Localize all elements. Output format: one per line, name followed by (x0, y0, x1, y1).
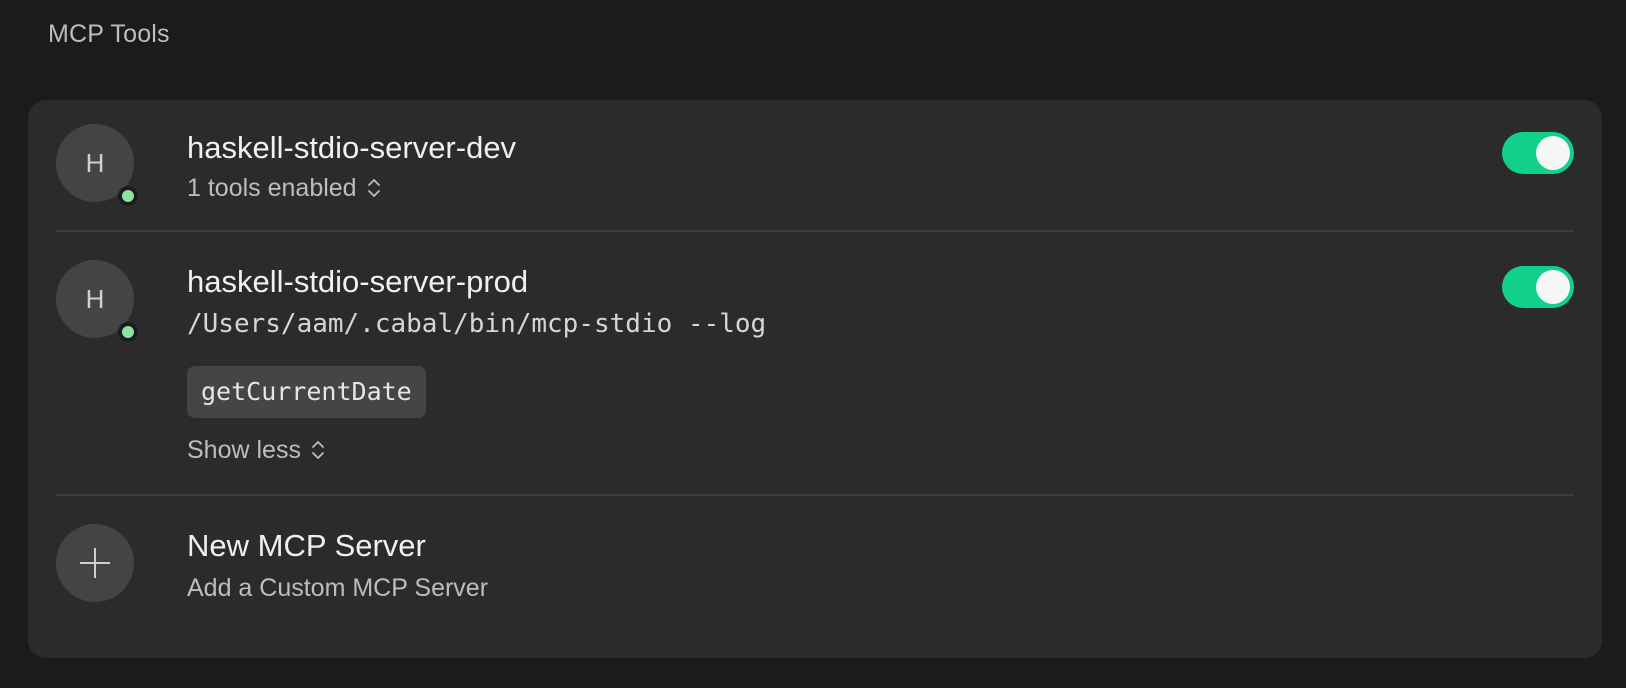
avatar-initial: H (85, 147, 105, 178)
tools-enabled-toggle[interactable]: 1 tools enabled (187, 170, 381, 206)
new-server-title: New MCP Server (187, 528, 426, 563)
show-less-label: Show less (187, 436, 301, 464)
new-server-row[interactable]: New MCP Server Add a Custom MCP Server (56, 524, 1574, 624)
mcp-tools-page: MCP Tools H haskell-stdio-server-dev 1 t… (0, 0, 1626, 688)
server-command: /Users/aam/.cabal/bin/mcp-stdio --log (187, 309, 767, 339)
add-server-button[interactable] (56, 524, 134, 602)
server-avatar: H (56, 124, 138, 206)
status-indicator (118, 322, 138, 342)
toggle-knob (1536, 136, 1570, 170)
tools-enabled-label: 1 tools enabled (187, 174, 357, 202)
new-server-subtitle: Add a Custom MCP Server (187, 574, 489, 602)
section-title: MCP Tools (48, 20, 170, 48)
status-indicator (118, 186, 138, 206)
chevron-up-down-icon (367, 179, 380, 197)
divider (56, 494, 1574, 496)
plus-icon (80, 548, 110, 578)
server-enabled-toggle[interactable] (1502, 132, 1574, 174)
divider (56, 230, 1574, 232)
avatar-initial: H (85, 283, 105, 314)
server-row-dev: H haskell-stdio-server-dev 1 tools enabl… (56, 124, 1574, 224)
server-name: haskell-stdio-server-dev (187, 130, 517, 165)
chevron-up-down-icon (312, 441, 324, 459)
server-avatar: H (56, 260, 138, 342)
server-row-prod: H haskell-stdio-server-prod /Users/aam/.… (56, 260, 1574, 480)
mcp-server-list: H haskell-stdio-server-dev 1 tools enabl… (28, 100, 1602, 658)
toggle-knob (1536, 270, 1570, 304)
server-name: haskell-stdio-server-prod (187, 264, 529, 299)
show-less-button[interactable]: Show less (187, 432, 325, 468)
tool-chip[interactable]: getCurrentDate (187, 366, 426, 418)
server-enabled-toggle[interactable] (1502, 266, 1574, 308)
